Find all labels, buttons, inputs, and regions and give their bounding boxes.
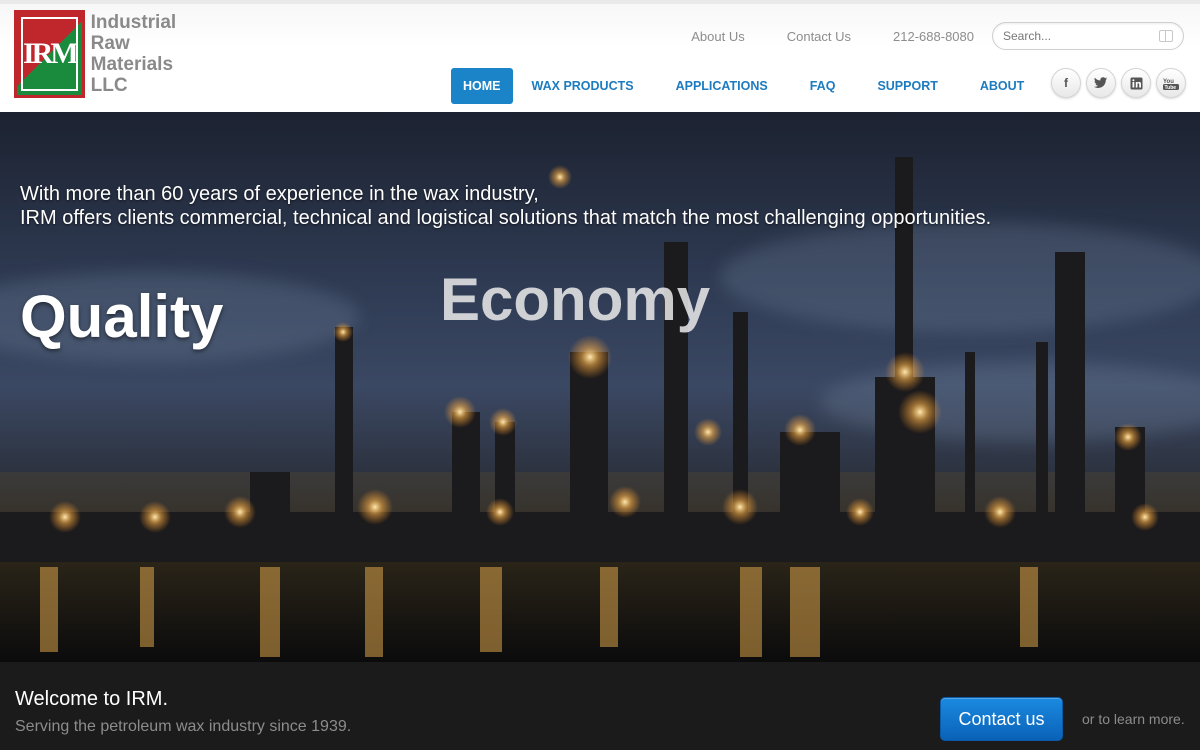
nav-wax-products[interactable]: WAX PRODUCTS bbox=[519, 68, 647, 104]
twitter-icon[interactable] bbox=[1086, 68, 1116, 98]
site-header: IRM Industrial Raw Materials LLC About U… bbox=[0, 0, 1200, 112]
hero-line: IRM offers clients commercial, technical… bbox=[20, 207, 992, 229]
logo-line: Raw bbox=[90, 33, 130, 54]
facebook-icon[interactable]: f bbox=[1051, 68, 1081, 98]
nav-about[interactable]: ABOUT bbox=[967, 68, 1037, 104]
hero-banner: With more than 60 years of experience in… bbox=[0, 112, 1200, 662]
search-box bbox=[992, 22, 1184, 50]
utility-bar: About Us Contact Us 212-688-8080 bbox=[691, 22, 1184, 50]
welcome-tagline: Serving the petroleum wax industry since… bbox=[15, 718, 352, 735]
logo-line: LLC bbox=[90, 75, 128, 96]
search-icon[interactable] bbox=[1159, 30, 1173, 42]
youtube-icon[interactable]: You Tube bbox=[1156, 68, 1186, 98]
nav-home[interactable]: HOME bbox=[451, 68, 513, 104]
welcome-bar: Welcome to IRM. Serving the petroleum wa… bbox=[0, 662, 1200, 750]
logo-mark: IRM bbox=[14, 10, 85, 98]
welcome-heading: Welcome to IRM. bbox=[15, 688, 168, 710]
svg-text:Tube: Tube bbox=[1165, 85, 1177, 90]
phone-link[interactable]: 212-688-8080 bbox=[893, 29, 974, 44]
contact-us-link[interactable]: Contact Us bbox=[787, 29, 851, 44]
hero-word-quality: Quality bbox=[20, 283, 224, 350]
learn-more-text: or to learn more. bbox=[1082, 711, 1185, 727]
logo-text: Industrial Raw Materials LLC bbox=[91, 12, 177, 96]
nav-applications[interactable]: APPLICATIONS bbox=[663, 68, 781, 104]
nav-support[interactable]: SUPPORT bbox=[864, 68, 950, 104]
linkedin-icon[interactable] bbox=[1121, 68, 1151, 98]
nav-faq[interactable]: FAQ bbox=[797, 68, 849, 104]
about-us-link[interactable]: About Us bbox=[691, 29, 744, 44]
main-nav: HOME WAX PRODUCTS APPLICATIONS FAQ SUPPO… bbox=[451, 68, 1053, 104]
logo[interactable]: IRM Industrial Raw Materials LLC bbox=[14, 10, 177, 104]
hero-intro: With more than 60 years of experience in… bbox=[20, 182, 991, 230]
logo-line: Industrial bbox=[90, 12, 177, 33]
hero-word-economy: Economy bbox=[440, 266, 711, 333]
logo-line: Materials bbox=[90, 54, 174, 75]
social-links: f You Tube bbox=[1046, 68, 1186, 98]
contact-us-button[interactable]: Contact us bbox=[940, 697, 1063, 741]
logo-mark-text: IRM bbox=[21, 17, 79, 91]
search-input[interactable] bbox=[1003, 29, 1159, 43]
hero-line: With more than 60 years of experience in… bbox=[20, 183, 539, 205]
